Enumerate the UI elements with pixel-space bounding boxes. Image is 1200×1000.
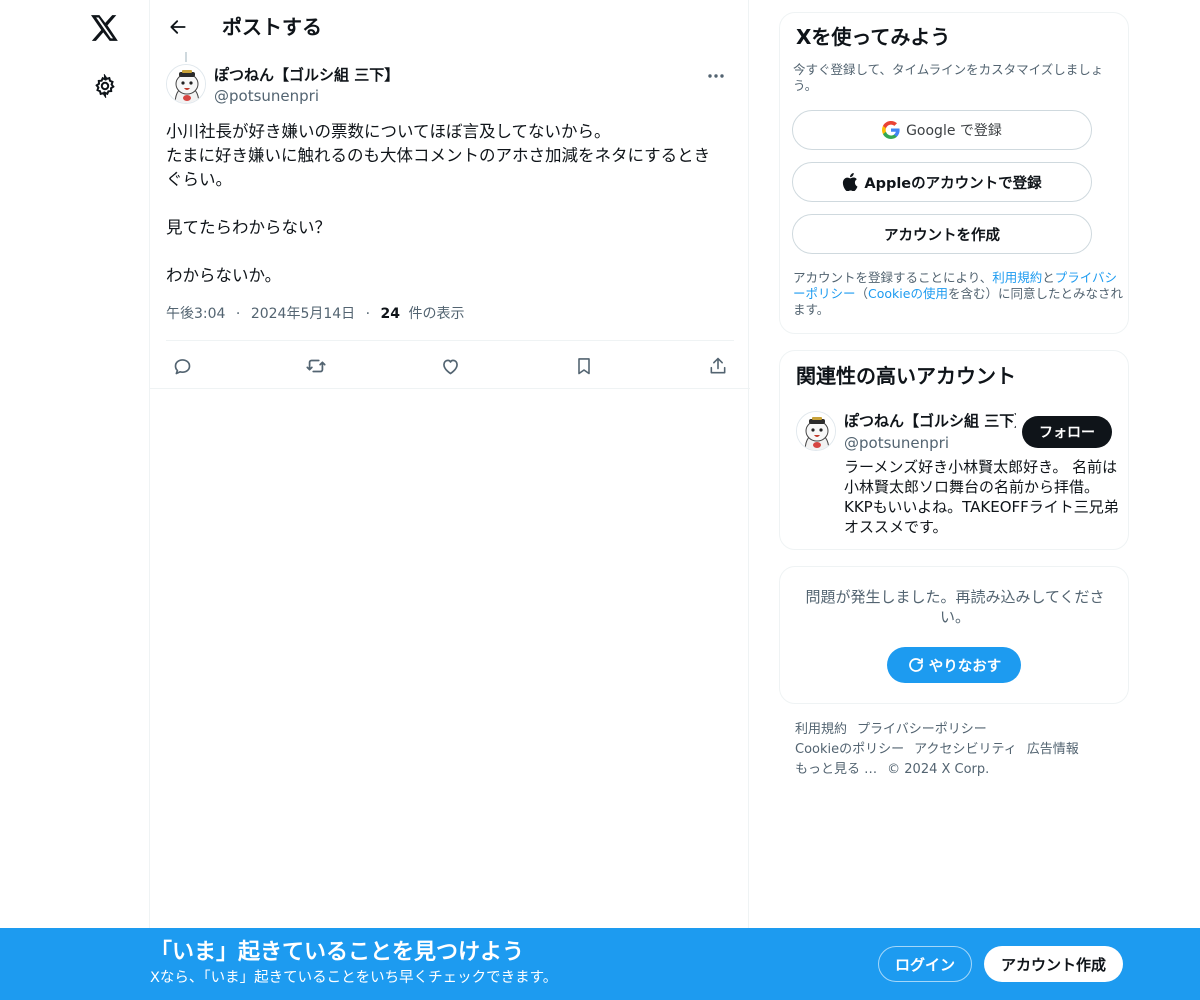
related-handle[interactable]: @potsunenpri <box>844 433 949 453</box>
top-bar: ポストする <box>150 0 750 53</box>
terms-paren: （ <box>855 286 869 301</box>
retry-button[interactable]: やりなおす <box>887 647 1021 683</box>
apple-signup-button[interactable]: Appleのアカウントで登録 <box>792 162 1092 202</box>
author-handle[interactable]: @potsunenpri <box>214 86 319 106</box>
signup-subtitle: 今すぐ登録して、タイムラインをカスタマイズしましょう。 <box>793 62 1104 93</box>
views-count: 24 <box>380 306 401 322</box>
meta-separator: · <box>365 306 371 322</box>
footer-link[interactable]: アクセシビリティ <box>914 742 1017 757</box>
related-title: 関連性の高いアカウント <box>796 364 1016 388</box>
create-account-label: アカウントを作成 <box>884 227 1000 244</box>
post-text: 小川社長が好き嫌いの票数についてほぼ言及してないから。 たまに好き嫌いに触れるの… <box>166 122 711 285</box>
footer-link[interactable]: Cookieのポリシー <box>795 742 904 757</box>
avatar[interactable] <box>796 411 836 451</box>
divider <box>150 388 750 389</box>
main-column: ポストする ぽつねん【ゴルシ組 三下】 @potsunenpri 小川社長が好き… <box>149 0 750 1000</box>
related-accounts-card: 関連性の高いアカウント ぽつねん【ゴルシ組 三下】 @potsunenpri フ… <box>779 350 1129 550</box>
footer-link[interactable]: もっと見る … <box>795 762 877 777</box>
share-icon[interactable] <box>704 352 732 380</box>
apple-icon <box>842 173 858 191</box>
refresh-icon <box>907 656 925 674</box>
author-name[interactable]: ぽつねん【ゴルシ組 三下】 <box>214 65 399 85</box>
page-title: ポストする <box>222 15 322 39</box>
cookie-link[interactable]: Cookieの使用 <box>868 286 948 301</box>
meta-separator: · <box>235 306 241 322</box>
terms-pre: アカウントを登録することにより、 <box>793 270 993 285</box>
terms-text: アカウントを登録することにより、利用規約とプライバシーポリシー（Cookieの使… <box>793 270 1123 318</box>
banner-title: 「いま」起きていることを見つけよう <box>150 940 525 965</box>
repost-icon[interactable] <box>302 352 330 380</box>
post-date[interactable]: 2024年5月14日 <box>251 306 355 322</box>
post-meta: 午後3:04 · 2024年5月14日 · 24 件の表示 <box>166 304 464 324</box>
terms-and: と <box>1042 270 1055 285</box>
copyright: © 2024 X Corp. <box>887 762 990 777</box>
follow-button[interactable]: フォロー <box>1022 416 1112 448</box>
banner-subtitle: Xなら、「いま」起きていることをいち早くチェックできます。 <box>150 970 558 986</box>
google-signup-button[interactable]: Google で登録 <box>792 110 1092 150</box>
gear-icon[interactable] <box>89 70 121 102</box>
signup-title: Xを使ってみよう <box>796 25 951 49</box>
error-card: 問題が発生しました。再読み込みしてください。 やりなおす <box>779 566 1129 704</box>
views-label: 件の表示 <box>408 306 465 322</box>
more-options-icon[interactable] <box>702 64 730 88</box>
terms-link[interactable]: 利用規約 <box>992 270 1042 285</box>
retry-label: やりなおす <box>928 658 1002 675</box>
post-time[interactable]: 午後3:04 <box>166 306 225 322</box>
login-button[interactable]: ログイン <box>878 946 972 982</box>
avatar[interactable] <box>166 64 206 104</box>
x-logo-icon[interactable] <box>87 10 123 46</box>
footer-link[interactable]: 広告情報 <box>1027 742 1079 757</box>
error-message: 問題が発生しました。再読み込みしてください。 <box>805 588 1105 626</box>
bookmark-icon[interactable] <box>570 352 598 380</box>
google-icon <box>882 121 900 139</box>
post-author: ぽつねん【ゴルシ組 三下】 @potsunenpri <box>166 64 734 108</box>
post-actions <box>166 340 734 388</box>
related-bio: ラーメンズ好き小林賢太郎好き。 名前は小林賢太郎ソロ舞台の名前から拝借。 KKP… <box>844 458 1119 536</box>
signup-button[interactable]: アカウント作成 <box>984 946 1123 982</box>
left-nav <box>0 0 150 1000</box>
thread-line <box>185 52 187 62</box>
related-name[interactable]: ぽつねん【ゴルシ組 三下】 <box>844 411 1016 431</box>
like-icon[interactable] <box>436 352 464 380</box>
signup-card: Xを使ってみよう 今すぐ登録して、タイムラインをカスタマイズしましょう。 Goo… <box>779 12 1129 334</box>
bottom-banner: 「いま」起きていることを見つけよう Xなら、「いま」起きていることをいち早くチェ… <box>0 928 1200 1000</box>
create-account-button[interactable]: アカウントを作成 <box>792 214 1092 254</box>
reply-icon[interactable] <box>168 352 196 380</box>
apple-signup-label: Appleのアカウントで登録 <box>864 175 1042 192</box>
footer-link[interactable]: 利用規約 <box>795 722 847 737</box>
arrow-left-icon[interactable] <box>162 11 194 43</box>
footer-links: 利用規約 プライバシーポリシー Cookieのポリシー アクセシビリティ 広告情報 も… <box>795 720 1125 780</box>
google-signup-label: Google で登録 <box>906 123 1002 139</box>
footer-link[interactable]: プライバシーポリシー <box>857 722 987 737</box>
